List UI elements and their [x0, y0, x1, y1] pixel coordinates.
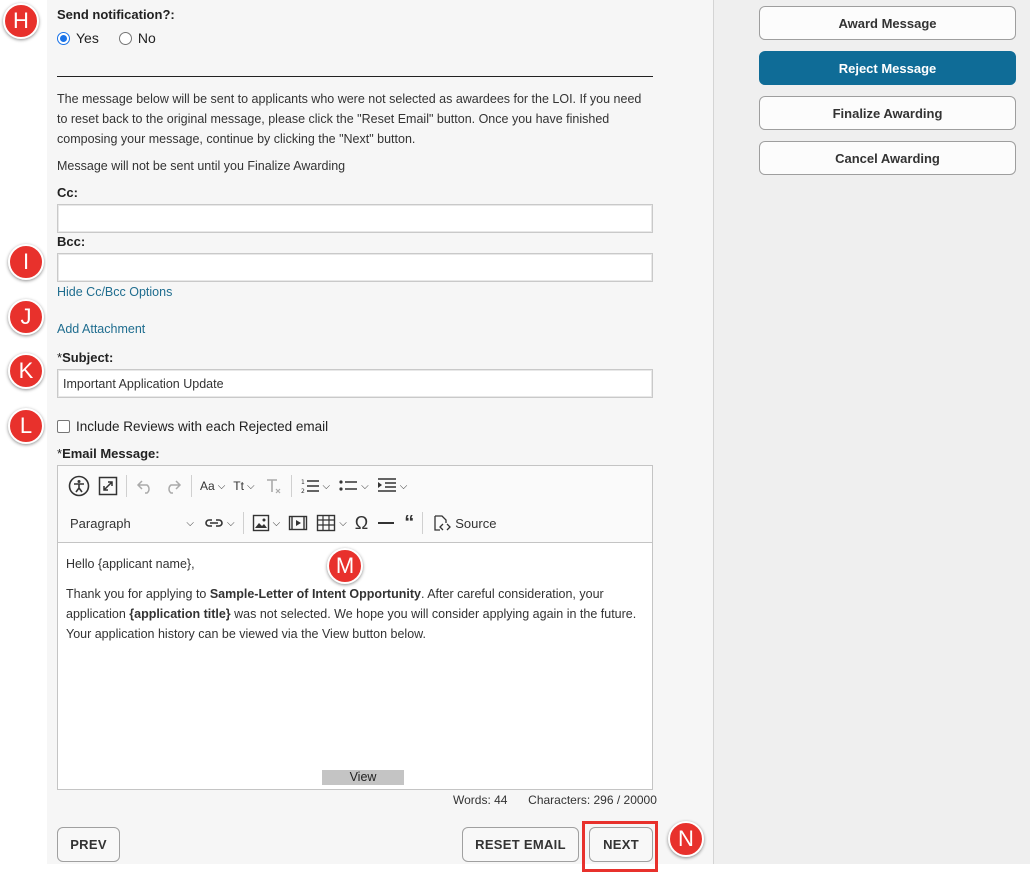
reset-email-button[interactable]: RESET EMAIL — [462, 827, 579, 862]
chevron-down-icon: ⌵ — [217, 480, 226, 492]
add-attachment-link[interactable]: Add Attachment — [57, 322, 145, 336]
reject-message-button[interactable]: Reject Message — [759, 51, 1016, 85]
info-message: The message below will be sent to applic… — [57, 92, 642, 146]
special-characters-icon[interactable]: Ω — [351, 509, 372, 537]
include-reviews-checkbox[interactable] — [57, 420, 70, 433]
toolbar-separator — [242, 512, 244, 534]
toolbar-row-1: Aa ⌵ Tt ⌵ 12 ⌵ ⌵ ⌵ — [64, 471, 411, 501]
cc-input[interactable] — [57, 204, 653, 233]
annotation-marker-k: K — [8, 353, 44, 389]
toolbar-separator — [422, 512, 424, 534]
redo-icon[interactable] — [159, 472, 187, 500]
toolbar-separator — [290, 475, 292, 497]
indent-dropdown[interactable]: ⌵ — [373, 472, 412, 500]
editor-toolbar: Aa ⌵ Tt ⌵ 12 ⌵ ⌵ ⌵ Paragraph ⌵ ⌵ ⌵ ⌵ Ω “… — [58, 466, 652, 543]
email-text: Thank you for applying to — [66, 587, 210, 601]
application-title-placeholder: {application title} — [129, 607, 231, 621]
word-character-counter: Words: 44 Characters: 296 / 20000 — [453, 793, 657, 807]
chevron-down-icon: ⌵ — [186, 517, 194, 529]
notification-yes-radio[interactable] — [57, 31, 70, 45]
opportunity-name: Sample-Letter of Intent Opportunity — [209, 587, 421, 601]
cc-label: Cc: — [57, 185, 78, 200]
chevron-down-icon: ⌵ — [322, 480, 331, 492]
subject-label: *Subject: — [57, 350, 113, 365]
subject-label-text: Subject: — [62, 350, 114, 365]
bcc-input[interactable] — [57, 253, 653, 282]
notification-radio-group: Yes No — [57, 30, 156, 46]
view-button[interactable]: View — [322, 770, 404, 785]
notification-no-label[interactable]: No — [138, 30, 156, 46]
chevron-down-icon: ⌵ — [361, 480, 369, 492]
finalize-awarding-button[interactable]: Finalize Awarding — [759, 96, 1016, 130]
divider — [57, 76, 653, 77]
text-case-icon: Tt — [233, 479, 244, 493]
award-message-button[interactable]: Award Message — [759, 6, 1016, 40]
bcc-label: Bcc: — [57, 234, 86, 249]
svg-text:1: 1 — [301, 479, 305, 486]
hide-cc-bcc-link[interactable]: Hide Cc/Bcc Options — [57, 285, 172, 299]
annotation-marker-m: M — [327, 548, 363, 584]
annotation-marker-i: I — [8, 244, 44, 280]
include-reviews-label[interactable]: Include Reviews with each Rejected email — [76, 419, 328, 434]
heading-dropdown[interactable]: Paragraph ⌵ — [64, 509, 200, 537]
link-dropdown[interactable]: ⌵ — [200, 509, 239, 537]
annotation-marker-j: J — [8, 299, 44, 335]
email-editor: Aa ⌵ Tt ⌵ 12 ⌵ ⌵ ⌵ Paragraph ⌵ ⌵ ⌵ ⌵ Ω “… — [57, 465, 653, 790]
cancel-awarding-button[interactable]: Cancel Awarding — [759, 141, 1016, 175]
notification-yes-label[interactable]: Yes — [76, 30, 99, 46]
accessibility-icon[interactable] — [64, 472, 94, 500]
email-message-label: *Email Message: — [57, 446, 160, 461]
subject-input[interactable] — [57, 369, 653, 398]
fullscreen-icon[interactable] — [94, 472, 122, 500]
toolbar-row-2: Paragraph ⌵ ⌵ ⌵ ⌵ Ω “ Source — [64, 508, 500, 538]
undo-icon[interactable] — [131, 472, 159, 500]
numbered-list-dropdown[interactable]: 1 2 ⌵ — [296, 472, 335, 500]
source-button[interactable]: Source — [427, 509, 500, 537]
finalize-note: Message will not be sent until you Final… — [57, 159, 346, 173]
word-count: Words: 44 — [453, 793, 508, 807]
character-count: Characters: 296 / 20000 — [528, 793, 657, 807]
source-label: Source — [455, 515, 497, 531]
heading-select-label: Paragraph — [70, 515, 131, 531]
next-highlight-box — [582, 821, 658, 872]
block-quote-icon[interactable]: “ — [400, 509, 418, 537]
font-size-dropdown[interactable]: Aa ⌵ — [196, 472, 229, 500]
prev-button[interactable]: PREV — [57, 827, 120, 862]
table-dropdown[interactable]: ⌵ — [312, 509, 351, 537]
toolbar-separator — [126, 475, 127, 497]
include-reviews-row: Include Reviews with each Rejected email — [57, 419, 328, 434]
annotation-marker-l: L — [8, 408, 44, 444]
media-embed-icon[interactable] — [284, 509, 312, 537]
image-dropdown[interactable]: ⌵ — [248, 509, 285, 537]
bulleted-list-dropdown[interactable]: ⌵ — [334, 472, 373, 500]
email-message-label-text: Email Message: — [62, 446, 160, 461]
email-paragraph: Thank you for applying to Sample-Letter … — [66, 584, 641, 644]
notification-no-radio[interactable] — [118, 31, 132, 45]
chevron-down-icon: ⌵ — [227, 517, 235, 529]
text-case-dropdown[interactable]: Tt ⌵ — [229, 472, 258, 500]
source-icon — [434, 515, 452, 531]
annotation-marker-h: H — [3, 3, 39, 39]
font-size-icon: Aa — [200, 479, 215, 493]
chevron-down-icon: ⌵ — [272, 517, 281, 529]
chevron-down-icon: ⌵ — [399, 480, 408, 492]
horizontal-line-icon[interactable] — [372, 509, 400, 537]
send-notification-label: Send notification?: — [57, 7, 175, 22]
toolbar-separator — [191, 475, 192, 497]
svg-text:2: 2 — [301, 488, 305, 495]
chevron-down-icon: ⌵ — [246, 480, 255, 492]
annotation-marker-n: N — [668, 821, 704, 857]
remove-format-icon[interactable] — [259, 472, 287, 500]
chevron-down-icon: ⌵ — [339, 517, 347, 529]
